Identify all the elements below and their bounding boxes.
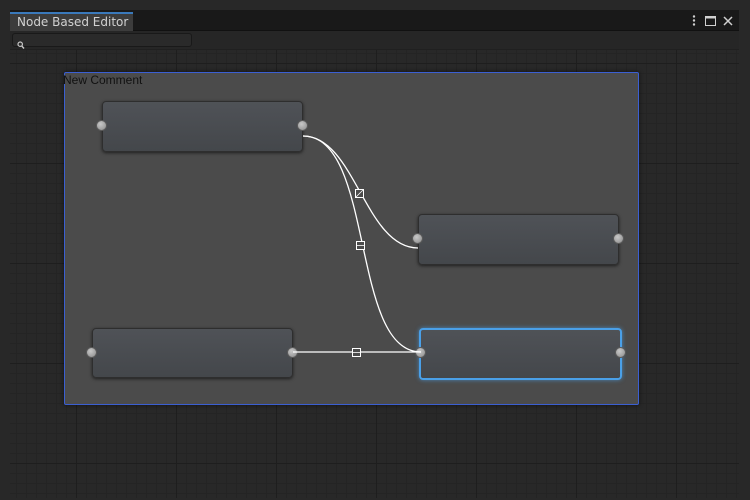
output-port-node-2[interactable] <box>613 233 624 244</box>
window-actions <box>686 13 735 28</box>
search-input[interactable] <box>12 33 192 49</box>
graph-node-4-selected[interactable] <box>419 328 622 380</box>
graph-node-1[interactable] <box>102 101 303 152</box>
input-port-node-1[interactable] <box>96 120 107 131</box>
output-port-node-4[interactable] <box>615 347 626 358</box>
graph-node-3[interactable] <box>92 328 293 378</box>
tab-bar: Node Based Editor <box>10 10 739 31</box>
output-port-node-1[interactable] <box>297 120 308 131</box>
comment-title[interactable]: New Comment <box>63 73 142 87</box>
maximize-icon[interactable] <box>703 13 718 28</box>
graph-canvas[interactable]: New Comment <box>10 50 739 498</box>
tab-node-based-editor[interactable]: Node Based Editor <box>10 12 133 31</box>
toolbar <box>10 31 739 49</box>
close-icon[interactable] <box>720 13 735 28</box>
more-options-icon[interactable] <box>686 13 701 28</box>
input-port-node-3[interactable] <box>86 347 97 358</box>
graph-node-2[interactable] <box>418 214 619 265</box>
output-port-node-3[interactable] <box>287 347 298 358</box>
editor-window: Node Based Editor New Comment <box>10 10 739 498</box>
input-port-node-4[interactable] <box>415 347 426 358</box>
input-port-node-2[interactable] <box>412 233 423 244</box>
